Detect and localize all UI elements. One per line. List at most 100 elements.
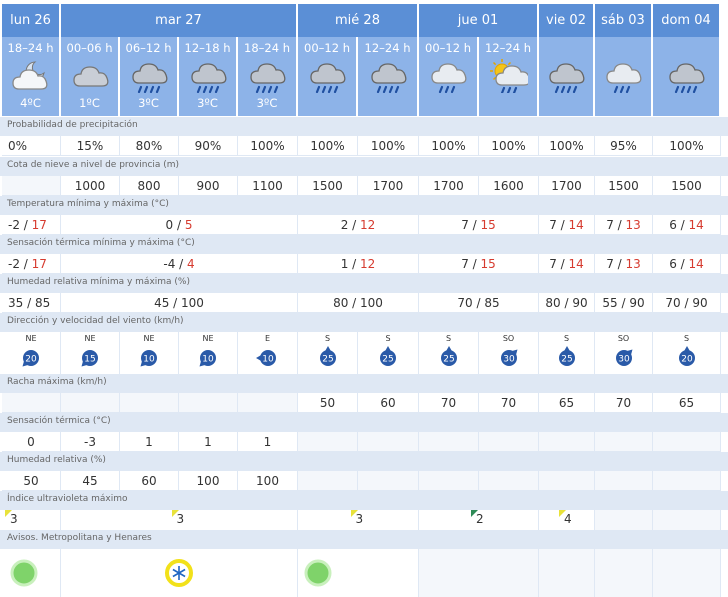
rain-icon [190,63,226,93]
max-value: 15 [480,256,496,271]
gust-value: 50 [298,393,358,413]
separator: / [173,217,185,232]
row-label: Dirección y velocidad del viento (km/h) [0,313,728,332]
temp_minmax-value: -2 / 17 [2,215,61,235]
gust-value: 70 [479,393,539,413]
day-header: dom 04 [653,4,721,37]
min-value: 7 [549,256,557,271]
min-value: 7 [461,256,469,271]
min-value: -2 [8,217,20,232]
feels-value [298,432,358,452]
snow-value: 1700 [539,176,595,196]
feels_minmax-value: 7 / 15 [419,254,539,274]
warning-cell [539,549,595,597]
separator: / [19,256,32,271]
temp_minmax-value: 7 / 13 [595,215,653,235]
gust-value [2,393,61,413]
light-rain-icon [431,63,467,93]
snow-value: 1500 [298,176,358,196]
warning-green-icon[interactable] [303,558,333,588]
feels-value [479,432,539,452]
wind-arrow-icon: 15 [81,350,98,367]
max-value: 17 [31,217,47,232]
row-label: Sensación térmica (°C) [0,413,728,432]
wind-arrow-icon: 25 [558,346,575,366]
period-time: 12–24 h [479,37,539,59]
min-value: 2 [340,217,349,232]
gust-value: 60 [358,393,419,413]
max-value: 14 [688,217,704,232]
snow-warning-icon[interactable] [164,558,194,588]
feels-value [653,432,721,452]
uv-value: 3 [355,512,364,526]
feels_minmax-value: -2 / 17 [2,254,61,274]
feels-value: 1 [238,432,298,452]
humidity-value [539,471,595,491]
humidity_minmax-value: 70 / 90 [653,293,721,313]
wind-direction: E [264,334,271,343]
min-value: 6 [669,217,677,232]
snow-value: 1700 [358,176,419,196]
humidity-value [358,471,419,491]
rain-icon [250,63,286,93]
humidity_minmax-value: 45 / 100 [61,293,298,313]
separator: / [175,256,187,271]
wind-arrow-icon: 20 [678,346,695,366]
period-temp [539,93,595,116]
weather-icon-cell [179,59,238,93]
period-temp: 1ºC [61,93,120,116]
period-time: 00–12 h [419,37,479,59]
min-value: 6 [669,256,677,271]
warning-cell [419,549,539,597]
max-value: 17 [31,256,47,271]
warning-cell [298,549,419,597]
feels_minmax-value: 1 / 12 [298,254,419,274]
wind-direction: S [683,334,690,343]
wind-direction: S [324,334,331,343]
period-time: 12–24 h [358,37,419,59]
weather-icon-cell [419,59,479,93]
humidity-value [653,471,721,491]
forecast-table: lun 26 18–24 h 4ºC mar 27 00–06 h 1ºC 06–12 h3… [0,0,728,597]
snow-value: 800 [120,176,179,196]
max-value: 13 [625,256,641,271]
weather-icon-cell [539,59,595,93]
wind-direction: NE [202,334,214,343]
snow-value [2,176,61,196]
min-value: -2 [8,256,20,271]
feels-value: 1 [120,432,179,452]
separator: / [348,217,361,232]
uv-cell: 2 [419,510,539,530]
row-label: Sensación térmica mínima y máxima (°C) [0,235,728,254]
uv-cell [595,510,653,530]
wind-speed: 25 [382,355,393,365]
min-value: 7 [549,217,557,232]
row-label: Racha máxima (km/h) [0,374,728,393]
precip-value: 100% [358,136,419,156]
uv-cell: 3 [2,510,61,530]
rain-icon [131,63,167,93]
period-time [595,37,653,59]
wind-direction: S [445,334,452,343]
wind-direction: SO [617,334,630,343]
wind-arrow-icon: 10 [140,350,157,367]
gust-value: 65 [653,393,721,413]
precip-value: 100% [238,136,298,156]
min-value: 7 [606,217,614,232]
period-temp [653,93,721,116]
snow-value: 1700 [419,176,479,196]
min-value: 0 [165,217,174,232]
light-rain-icon [606,63,642,93]
day-header: sáb 03 [595,4,653,37]
wind-arrow-icon: 10 [199,350,216,367]
period-temp [298,93,358,116]
humidity-value: 45 [61,471,120,491]
wind-arrow-icon: 10 [255,350,276,366]
max-value: 5 [184,217,193,232]
wind-direction: NE [143,334,155,343]
feels-value [595,432,653,452]
weather-icon-cell [479,59,539,93]
humidity-value [479,471,539,491]
humidity-value [298,471,358,491]
warning-green-icon[interactable] [9,558,39,588]
